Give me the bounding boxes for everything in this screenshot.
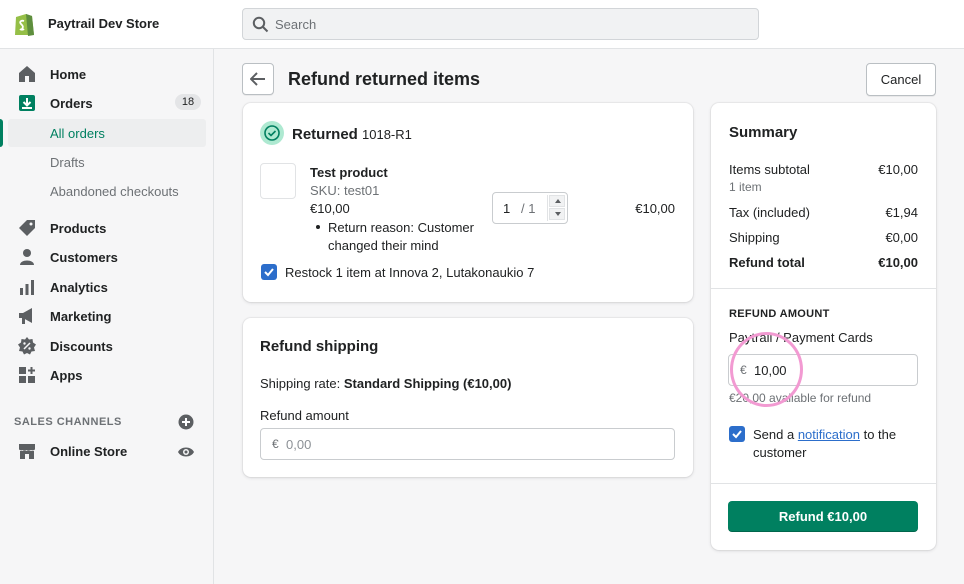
shipping-refund-input[interactable] [286,429,666,459]
items-count: 1 item [729,180,762,194]
search-bar[interactable] [242,8,759,40]
active-indicator [0,119,3,147]
sidebar-item-customers[interactable]: Customers [0,243,213,271]
sidebar-item-discounts[interactable]: Discounts [0,332,213,360]
apps-icon [19,367,35,383]
sidebar-item-marketing[interactable]: Marketing [0,302,213,330]
tag-icon [19,220,35,236]
sidebar: Home Orders 18 All orders Drafts Abandon… [0,49,214,584]
top-bar: Paytrail Dev Store [0,0,964,49]
product-sku: SKU: test01 [310,183,380,198]
sidebar-item-label: Customers [50,250,118,265]
shipping-refund-field[interactable]: € [260,428,675,460]
person-icon [20,249,34,265]
sidebar-item-label: Analytics [50,280,108,295]
notify-customer-label[interactable]: Send a notification to the customer [753,426,918,462]
sidebar-item-label: Marketing [50,309,112,324]
eye-icon[interactable] [177,445,195,459]
notification-link[interactable]: notification [798,427,860,442]
sidebar-item-apps[interactable]: Apps [0,361,213,389]
shipping-label: Shipping [729,230,780,245]
sidebar-item-drafts[interactable]: Drafts [8,148,206,176]
checkmark-icon [732,430,742,439]
page-title: Refund returned items [288,69,481,89]
restock-label[interactable]: Restock 1 item at Innova 2, Lutakonaukio… [285,265,534,280]
returned-items-card: Returned 1018-R1 Test product SKU: test0… [243,103,693,302]
quantity-max: / 1 [521,201,536,216]
quantity-value[interactable]: 1 [503,201,510,216]
sidebar-item-label: Discounts [50,339,113,354]
line-total: €10,00 [635,201,675,216]
orders-icon [19,95,35,111]
refund-total-label: Refund total [729,255,805,270]
refund-shipping-card: Refund shipping Shipping rate: Standard … [243,318,693,477]
product-thumbnail[interactable] [260,163,296,199]
notify-customer-checkbox[interactable] [729,426,745,442]
bullet-dot [316,225,320,229]
refund-total-value: €10,00 [878,255,918,270]
refund-button[interactable]: Refund €10,00 [728,501,918,532]
search-input[interactable] [275,9,745,39]
arrow-left-icon [250,72,265,86]
sales-channels-heading: SALES CHANNELS [14,416,122,428]
shipping-rate-value: Standard Shipping (€10,00) [343,376,512,391]
product-name[interactable]: Test product [310,165,388,180]
stepper-controls [547,195,565,221]
tax-value: €1,94 [885,205,918,220]
refund-amount-label: Refund amount [260,408,349,423]
divider [711,483,936,484]
highlight-circle [730,332,803,407]
sidebar-item-label: Abandoned checkouts [50,184,179,199]
sidebar-item-home[interactable]: Home [0,60,213,88]
restock-checkbox[interactable] [261,264,277,280]
items-subtotal-value: €10,00 [878,162,918,177]
megaphone-icon [19,308,32,324]
notify-prefix: Send a [753,427,798,442]
return-id: 1018-R1 [362,127,412,142]
cancel-button[interactable]: Cancel [866,63,936,96]
sidebar-item-label: Home [50,67,87,82]
back-button[interactable] [242,63,274,95]
decrement-button[interactable] [549,208,565,220]
store-icon [19,444,35,459]
returned-status-icon [260,121,284,145]
shipping-rate: Shipping rate: Standard Shipping (€10,00… [260,376,511,391]
refund-amount-heading: REFUND AMOUNT [729,308,830,320]
refund-shipping-title: Refund shipping [260,338,379,355]
checkmark-icon [264,268,274,277]
sidebar-item-label: All orders [50,126,105,141]
add-circle-icon[interactable] [178,414,194,430]
sidebar-item-label: Products [50,221,107,236]
increment-button[interactable] [549,195,565,207]
shopify-logo-icon[interactable] [12,11,36,37]
returned-title: Returned [292,126,358,143]
shipping-value: €0,00 [885,230,918,245]
product-price: €10,00 [310,201,350,216]
sidebar-item-products[interactable]: Products [0,214,213,242]
tax-label: Tax (included) [729,205,810,220]
sidebar-item-analytics[interactable]: Analytics [0,273,213,301]
sidebar-item-label: Orders [50,96,93,111]
return-reason: Return reason: Customer changed their mi… [328,220,474,253]
sidebar-item-abandoned-checkouts[interactable]: Abandoned checkouts [8,177,206,205]
store-name[interactable]: Paytrail Dev Store [48,16,159,31]
search-icon [252,16,269,33]
check-circle-icon [264,125,280,141]
bar-chart-icon [20,280,34,295]
summary-card: Summary Items subtotal €10,00 1 item Tax… [711,103,936,550]
sidebar-item-label: Online Store [50,444,128,459]
currency-symbol: € [272,437,279,451]
sidebar-item-label: Drafts [50,155,85,170]
quantity-stepper[interactable]: 1 / 1 [492,192,568,224]
orders-count-badge: 18 [175,94,201,110]
divider [711,288,936,289]
sidebar-item-all-orders[interactable]: All orders [8,119,206,147]
summary-title: Summary [729,124,798,141]
items-subtotal-label: Items subtotal [729,162,810,177]
shipping-rate-label: Shipping rate: [260,376,344,391]
discount-icon [18,337,36,355]
sidebar-item-label: Apps [50,368,83,383]
home-icon [19,66,35,82]
